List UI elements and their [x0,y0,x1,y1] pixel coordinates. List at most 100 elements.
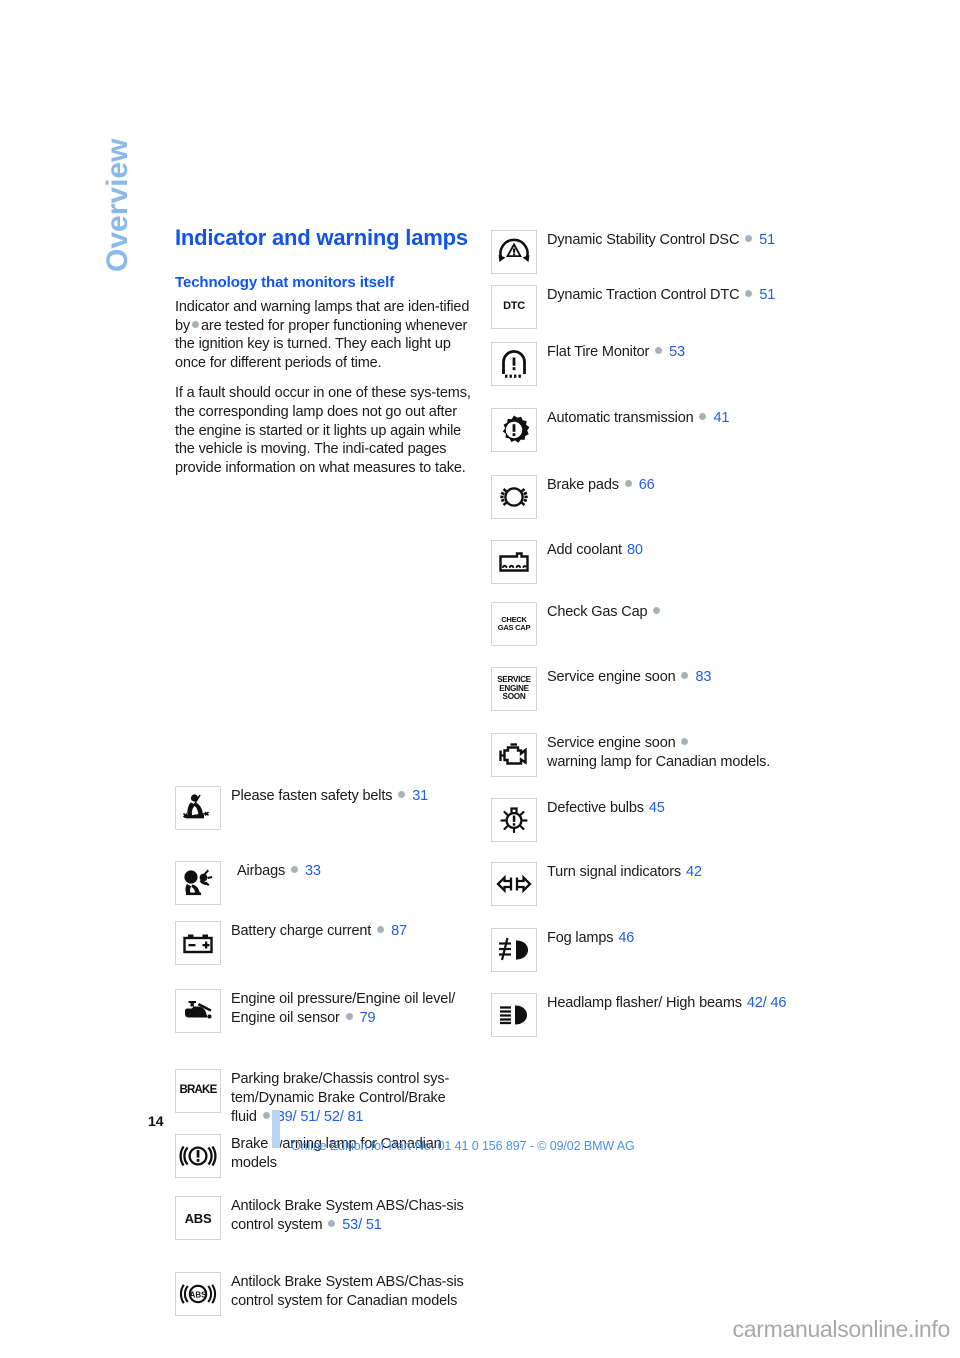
bullet-dot-icon [624,480,632,487]
lamp-name: Service engine soon [547,669,676,685]
lamp-row: Please fasten safety belts 31 [175,786,475,831]
lamp-row: Battery charge current 87 [175,921,475,966]
lamp-description: Brake pads 66 [537,475,655,495]
add-coolant-icon [491,540,537,584]
lamp-description: Automatic transmission 41 [537,408,729,428]
lamp-name: Check Gas Cap [547,604,648,620]
lamp-row: Brake pads 66 [491,475,801,519]
bullet-dot-icon [745,235,753,242]
abs-text-icon: ABS [175,1196,221,1241]
lamp-row: DTC Dynamic Traction Control DTC 51 [491,285,801,329]
lamp-row: Engine oil pressure/Engine oil level/ En… [175,989,475,1034]
lamp-description: Antilock Brake System ABS/Chas-sis contr… [221,1272,475,1310]
page-reference[interactable]: 80 [627,542,643,558]
page-reference[interactable]: 46 [618,930,634,946]
right-lamp-list: Dynamic Stability Control DSC 51 DTC Dynam… [491,225,801,1063]
page-reference[interactable]: 39/ 51/ 52/ 81 [277,1109,364,1125]
section-subtitle: Technology that monitors itself [175,274,395,291]
lamp-row: SERVICE ENGINE SOON Service engine soon 83 [491,667,801,711]
page-number: 14 [148,1113,164,1129]
lamp-name: Brake pads [547,477,619,493]
page-reference[interactable]: 79 [360,1010,376,1026]
lamp-description: Headlamp flasher/ High beams 42/ 46 [537,993,786,1013]
page-reference[interactable]: 41 [713,410,729,426]
bullet-dot-icon [328,1219,336,1227]
lamp-row: Service engine soon warning lamp for Can… [491,733,801,777]
check-gas-cap-text-icon: CHECK GAS CAP [491,602,537,646]
lamp-row: CHECK GAS CAP Check Gas Cap [491,602,801,646]
page-reference[interactable]: 53/ 51 [342,1217,382,1233]
lamp-name: Defective bulbs [547,800,644,816]
lamp-description: Dynamic Traction Control DTC 51 [537,285,775,305]
lamp-row: BRAKE Parking brake/Chassis control sys-t… [175,1069,475,1126]
lamp-description: Add coolant 80 [537,540,643,560]
brake-warning-canadian-icon [175,1134,221,1179]
engine-outline-icon [491,733,537,777]
fog-lamp-icon [491,928,537,972]
page-reference[interactable]: 83 [695,669,711,685]
dsc-icon [491,230,537,274]
abs-canadian-icon: ABS [175,1272,221,1317]
lamp-description: Service engine soon warning lamp for Can… [537,733,770,771]
lamp-description: Dynamic Stability Control DSC 51 [537,230,775,250]
bullet-dot-icon [192,320,200,328]
defective-bulbs-icon [491,798,537,842]
lamp-description-continued: warning lamp for Canadian models. [547,753,771,770]
intro-text-b: are tested for proper functioning whenev… [175,317,468,371]
lamp-description: Parking brake/Chassis control sys-tem/Dy… [221,1069,475,1126]
bullet-dot-icon [345,1012,353,1020]
lamp-name: Dynamic Traction Control DTC [547,287,740,303]
page-reference[interactable]: 87 [391,923,407,939]
lamp-name: Flat Tire Monitor [547,344,650,360]
lamp-name: Automatic transmission [547,410,694,426]
lamp-row: Airbags 33 [175,861,475,906]
lamp-name: Service engine soon [547,735,676,751]
bullet-dot-icon [745,290,753,297]
page-title: Indicator and warning lamps [175,225,468,250]
engine-oil-icon [175,989,221,1034]
lamp-description: Engine oil pressure/Engine oil level/ En… [221,989,475,1027]
left-column: Indicator and warning lamps Technology t… [175,225,475,1342]
high-beam-icon [491,993,537,1037]
lamp-name: Battery charge current [231,923,372,940]
intro-paragraph-2: If a fault should occur in one of these … [175,385,471,476]
page-reference[interactable]: 66 [639,477,655,493]
lamp-description: Antilock Brake System ABS/Chas-sis contr… [221,1196,475,1234]
icon-label: DTC [503,300,525,313]
lamp-row: Add coolant 80 [491,540,801,584]
brake-pads-icon [491,475,537,519]
lamp-name: Headlamp flasher/ High beams [547,995,742,1011]
lamp-row: Headlamp flasher/ High beams 42/ 46 [491,993,801,1037]
page-reference[interactable]: 53 [669,344,685,360]
service-engine-soon-text-icon: SERVICE ENGINE SOON [491,667,537,711]
lamp-name: Dynamic Stability Control DSC [547,232,740,248]
page-reference[interactable]: 31 [412,788,428,804]
bullet-dot-icon [699,413,707,420]
bullet-dot-icon [681,672,689,679]
lamp-description: Flat Tire Monitor 53 [537,342,685,362]
lamp-row: ABS Antilock Brake System ABS/Chas-sis co… [175,1196,475,1241]
dtc-text-icon: DTC [491,285,537,329]
section-tab-overview: Overview [101,138,134,272]
page-reference[interactable]: 42 [686,864,702,880]
lamp-row: Flat Tire Monitor 53 [491,342,801,386]
lamp-row: Dynamic Stability Control DSC 51 [491,230,801,274]
lamp-row: Defective bulbs 45 [491,798,801,842]
lamp-description: Service engine soon 83 [537,667,711,687]
brake-text-icon: BRAKE [175,1069,221,1114]
bullet-dot-icon [398,791,406,799]
lamp-description: Fog lamps 46 [537,928,634,948]
lamp-description: Check Gas Cap [537,602,662,622]
lamp-name: Turn signal indicators [547,864,681,880]
icon-label: CHECK GAS CAP [497,615,531,632]
page-reference[interactable]: 33 [305,863,321,879]
page-reference[interactable]: 45 [649,800,665,816]
page-reference[interactable]: 42/ 46 [747,995,787,1011]
page-reference[interactable]: 51 [759,232,775,248]
battery-icon [175,921,221,966]
online-edition-notice: Online Edition for Part-No. 01 41 0 156 … [291,1139,635,1153]
lamp-name: Engine oil pressure/Engine oil level/ En… [231,991,456,1026]
page-reference[interactable]: 51 [759,287,775,303]
intro-paragraph-1: Indicator and warning lamps that are ide… [175,298,475,372]
bullet-dot-icon [291,866,299,874]
